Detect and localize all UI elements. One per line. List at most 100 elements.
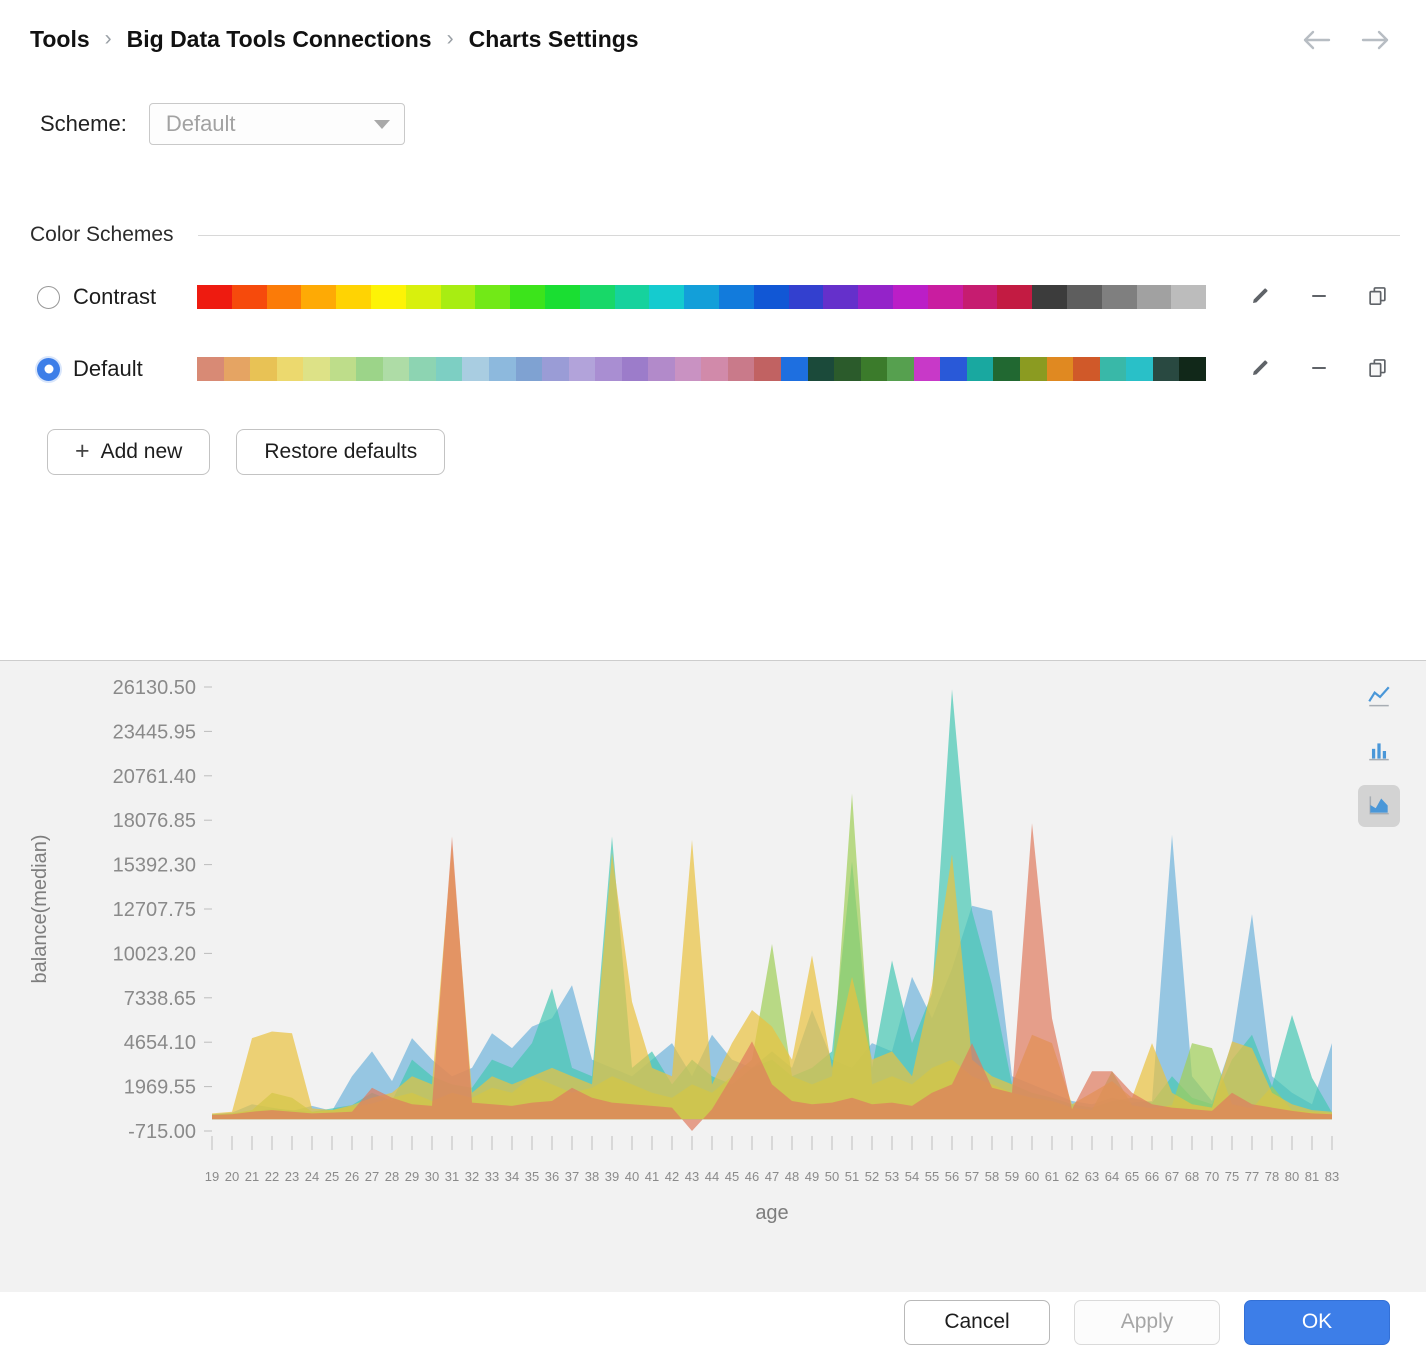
svg-text:34: 34: [505, 1169, 519, 1184]
scheme-name-default[interactable]: Default: [73, 356, 197, 382]
cancel-button[interactable]: Cancel: [904, 1300, 1050, 1345]
svg-text:50: 50: [825, 1169, 839, 1184]
color-swatch: [622, 357, 649, 381]
svg-text:47: 47: [765, 1169, 779, 1184]
svg-text:31: 31: [445, 1169, 459, 1184]
color-swatch: [406, 285, 441, 309]
color-swatch: [489, 357, 516, 381]
color-swatch: [303, 357, 330, 381]
scheme-select-value: Default: [166, 111, 236, 137]
pencil-icon: [1250, 285, 1271, 309]
svg-text:22: 22: [265, 1169, 279, 1184]
area-chart-button[interactable]: [1358, 785, 1400, 827]
minus-icon: [1309, 358, 1329, 381]
color-swatch: [232, 285, 267, 309]
color-swatch: [887, 357, 914, 381]
breadcrumb-separator: ›: [447, 27, 454, 51]
apply-button[interactable]: Apply: [1074, 1300, 1220, 1345]
color-swatch: [719, 285, 754, 309]
color-swatch: [267, 285, 302, 309]
color-scheme-list: Contrast Default: [0, 261, 1426, 405]
color-swatch: [728, 357, 755, 381]
bar-chart-icon: [1366, 738, 1392, 767]
svg-text:24: 24: [305, 1169, 319, 1184]
line-chart-icon: [1366, 684, 1392, 713]
remove-scheme-button[interactable]: [1307, 355, 1331, 383]
dialog-footer: Cancel Apply OK: [0, 1292, 1426, 1352]
svg-text:40: 40: [625, 1169, 639, 1184]
color-swatch: [580, 285, 615, 309]
pencil-icon: [1250, 357, 1271, 381]
color-swatch: [1179, 357, 1206, 381]
color-swatch: [475, 285, 510, 309]
svg-text:45: 45: [725, 1169, 739, 1184]
back-arrow-icon[interactable]: [1300, 28, 1332, 52]
color-swatch: [1073, 357, 1100, 381]
svg-text:54: 54: [905, 1169, 919, 1184]
svg-text:25: 25: [325, 1169, 339, 1184]
color-strip-contrast: [197, 285, 1206, 309]
svg-text:48: 48: [785, 1169, 799, 1184]
color-swatch: [224, 357, 251, 381]
svg-text:29: 29: [405, 1169, 419, 1184]
edit-scheme-button[interactable]: [1248, 355, 1273, 383]
plus-icon: +: [75, 439, 90, 464]
color-swatch: [781, 357, 808, 381]
svg-text:70: 70: [1205, 1169, 1219, 1184]
color-swatch: [1102, 285, 1137, 309]
copy-scheme-button[interactable]: [1365, 355, 1390, 383]
section-title: Color Schemes: [30, 223, 174, 247]
bar-chart-button[interactable]: [1358, 731, 1400, 773]
breadcrumb-item-charts-settings[interactable]: Charts Settings: [469, 26, 639, 53]
color-swatch: [516, 357, 543, 381]
color-swatch: [701, 357, 728, 381]
edit-scheme-button[interactable]: [1248, 283, 1273, 311]
svg-text:42: 42: [665, 1169, 679, 1184]
color-swatch: [684, 285, 719, 309]
copy-icon: [1367, 357, 1388, 381]
color-swatch: [1126, 357, 1153, 381]
color-swatch: [940, 357, 967, 381]
color-swatch: [542, 357, 569, 381]
scheme-select[interactable]: Default: [149, 103, 405, 145]
color-strip-default: [197, 357, 1206, 381]
svg-text:56: 56: [945, 1169, 959, 1184]
color-swatch: [789, 285, 824, 309]
color-swatch: [834, 357, 861, 381]
color-swatch: [648, 357, 675, 381]
color-swatch: [301, 285, 336, 309]
line-chart-button[interactable]: [1358, 677, 1400, 719]
color-swatch: [808, 357, 835, 381]
copy-scheme-button[interactable]: [1365, 283, 1390, 311]
forward-arrow-icon[interactable]: [1360, 28, 1392, 52]
svg-text:58: 58: [985, 1169, 999, 1184]
ok-button[interactable]: OK: [1244, 1300, 1390, 1345]
breadcrumb-item-big-data-tools-connections[interactable]: Big Data Tools Connections: [127, 26, 432, 53]
svg-text:61: 61: [1045, 1169, 1059, 1184]
svg-text:46: 46: [745, 1169, 759, 1184]
color-swatch: [649, 285, 684, 309]
svg-text:51: 51: [845, 1169, 859, 1184]
color-swatch: [383, 357, 410, 381]
svg-text:43: 43: [685, 1169, 699, 1184]
row-actions: [1248, 283, 1390, 311]
color-swatch: [928, 285, 963, 309]
breadcrumb-item-tools[interactable]: Tools: [30, 26, 90, 53]
color-swatch: [1153, 357, 1180, 381]
area-chart-icon: [1366, 792, 1392, 821]
svg-text:20761.40: 20761.40: [113, 766, 196, 788]
color-swatch: [569, 357, 596, 381]
svg-text:12707.75: 12707.75: [113, 899, 196, 921]
svg-text:7338.65: 7338.65: [124, 988, 196, 1010]
color-swatch: [615, 285, 650, 309]
svg-text:19: 19: [205, 1169, 219, 1184]
scheme-radio-contrast[interactable]: [37, 286, 60, 309]
color-swatch: [754, 285, 789, 309]
scheme-radio-default[interactable]: [37, 358, 60, 381]
scheme-name-contrast[interactable]: Contrast: [73, 284, 197, 310]
remove-scheme-button[interactable]: [1307, 283, 1331, 311]
svg-text:53: 53: [885, 1169, 899, 1184]
add-new-button[interactable]: + Add new: [47, 429, 210, 475]
restore-defaults-button[interactable]: Restore defaults: [236, 429, 445, 475]
svg-text:66: 66: [1145, 1169, 1159, 1184]
